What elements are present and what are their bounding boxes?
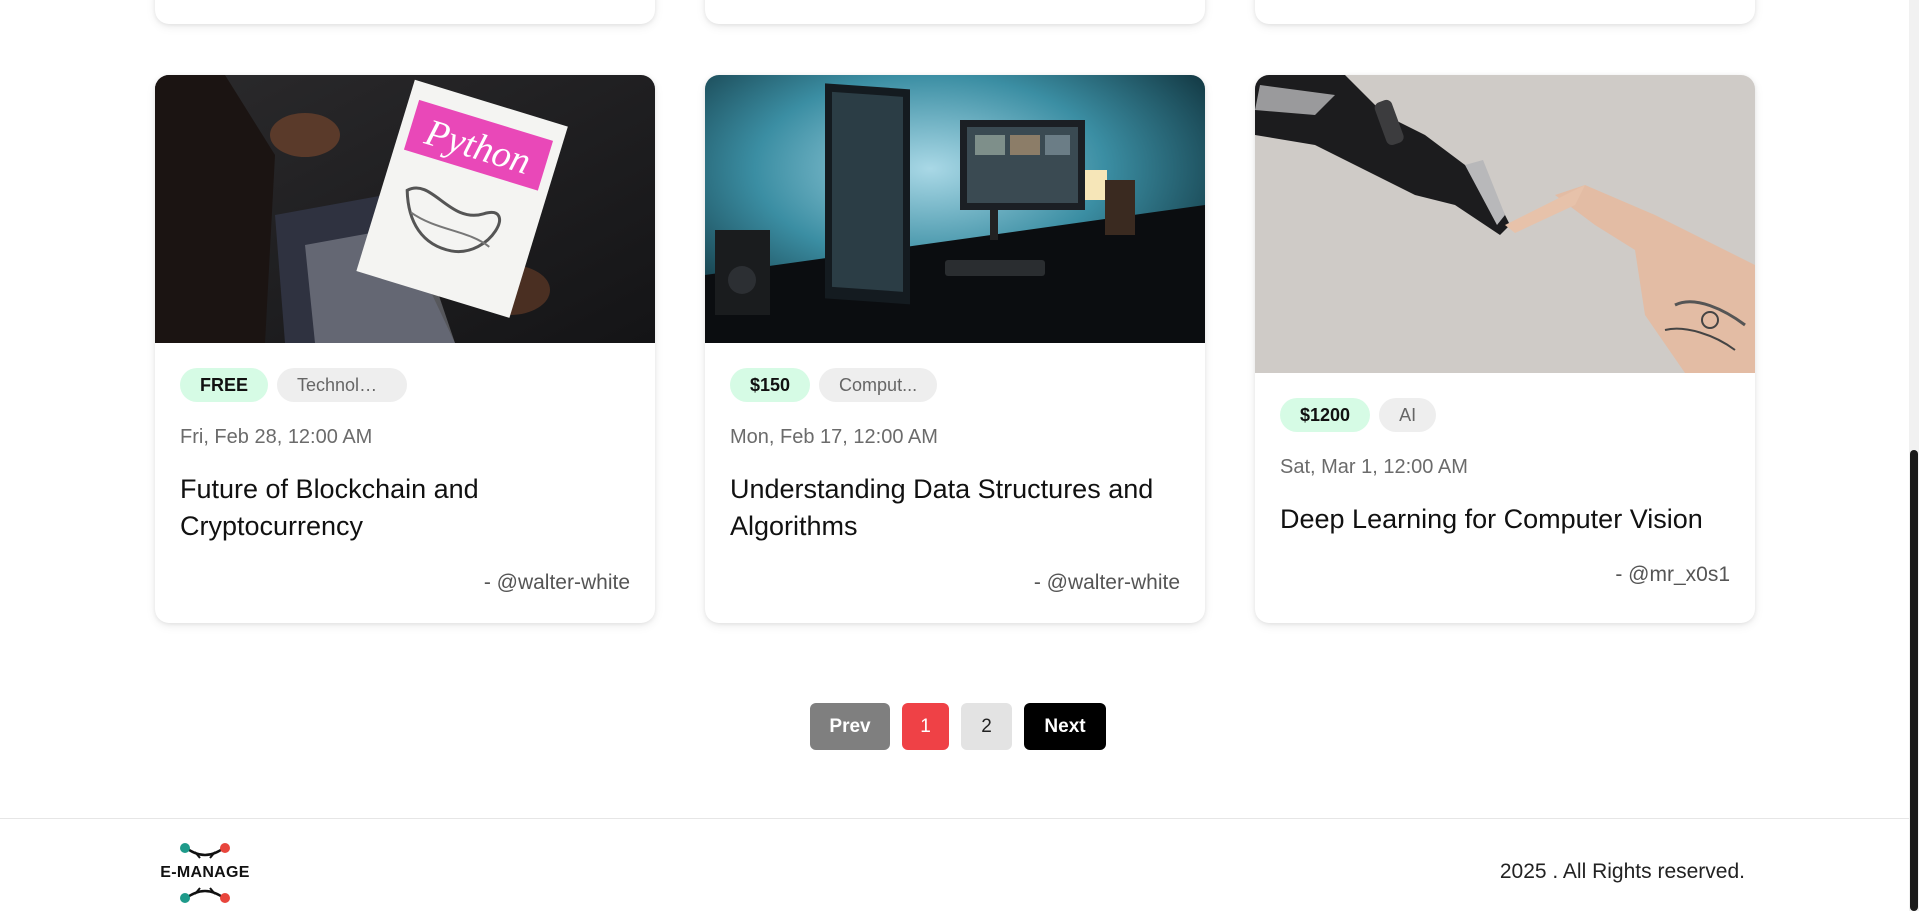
event-card[interactable]: $150 Comput... Mon, Feb 17, 12:00 AM Und… [705, 75, 1205, 623]
category-badge: Technology [277, 368, 408, 402]
event-title[interactable]: Deep Learning for Computer Vision [1280, 501, 1730, 538]
copyright-text: 2025 . All Rights reserved. [1499, 860, 1745, 883]
event-author: - @walter-white [1033, 571, 1180, 594]
price-badge: FREE [180, 368, 269, 402]
category-badge: Comput... [819, 368, 938, 402]
event-image [705, 75, 1205, 343]
event-card-previous-row[interactable] [155, 0, 655, 24]
footer-divider [0, 818, 1909, 819]
prev-page-button[interactable]: Prev [810, 703, 890, 750]
event-author: - @walter-white [483, 571, 630, 594]
page-1-button[interactable]: 1 [902, 703, 949, 750]
event-image: Python [155, 75, 655, 343]
computer-desk-photo-icon [705, 75, 1205, 343]
event-author: - @mr_x0s1 [1615, 563, 1730, 586]
logo-text: E-MANAGE [160, 864, 250, 881]
event-title[interactable]: Understanding Data Structures and Algori… [730, 471, 1180, 545]
robot-human-hand-photo-icon [1255, 75, 1755, 373]
event-title[interactable]: Future of Blockchain and Cryptocurrency [180, 471, 630, 545]
price-badge: $1200 [1280, 398, 1371, 432]
event-card[interactable]: $1200 AI Sat, Mar 1, 12:00 AM Deep Learn… [1255, 75, 1755, 623]
category-badge: AI [1379, 398, 1437, 432]
event-card[interactable]: Python FREE Technology Fri, Feb 28, 12:0… [155, 75, 655, 623]
pagination: Prev 1 2 Next [810, 703, 1106, 750]
price-badge: $150 [730, 368, 811, 402]
event-date: Sat, Mar 1, 12:00 AM [1280, 456, 1468, 478]
page-viewport: Python FREE Technology Fri, Feb 28, 12:0… [0, 0, 1909, 911]
event-card-previous-row[interactable] [705, 0, 1205, 24]
scrollbar-thumb[interactable] [1910, 450, 1918, 911]
next-page-button[interactable]: Next [1024, 703, 1106, 750]
event-image [1255, 75, 1755, 373]
python-book-photo-icon: Python [155, 75, 655, 343]
scrollbar[interactable] [1909, 0, 1919, 911]
event-card-previous-row[interactable] [1255, 0, 1755, 24]
page-2-button[interactable]: 2 [961, 703, 1012, 750]
event-date: Mon, Feb 17, 12:00 AM [730, 426, 938, 448]
logo[interactable]: E-MANAGE [155, 843, 255, 903]
event-date: Fri, Feb 28, 12:00 AM [180, 426, 373, 448]
